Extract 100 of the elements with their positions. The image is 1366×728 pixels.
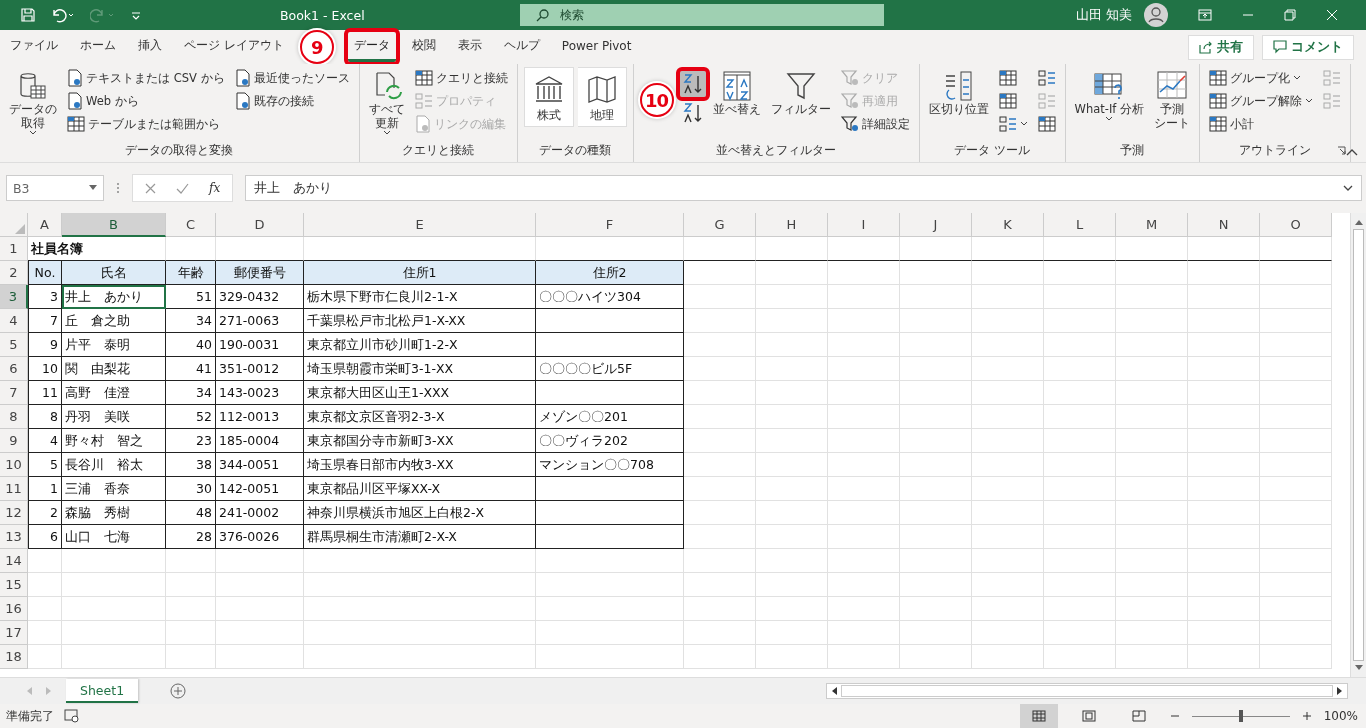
row-header[interactable]: 2	[0, 261, 28, 285]
row-header[interactable]: 8	[0, 405, 28, 429]
undo-icon[interactable]	[50, 7, 76, 23]
column-header[interactable]: F	[536, 213, 684, 237]
down-arrow-icon[interactable]	[1354, 665, 1363, 671]
horizontal-scrollbar[interactable]	[826, 683, 1348, 699]
ribbon-button[interactable]: Web から	[64, 90, 228, 112]
expand-icon[interactable]	[1343, 185, 1353, 191]
ribbon-button[interactable]: 予測 シート	[1151, 67, 1193, 133]
save-icon[interactable]	[20, 7, 36, 23]
ribbon-tab[interactable]: ホーム	[74, 32, 122, 62]
row-header[interactable]: 4	[0, 309, 28, 333]
zoom-level[interactable]: 100%	[1323, 709, 1358, 723]
column-header[interactable]: I	[828, 213, 900, 237]
column-header[interactable]: E	[304, 213, 536, 237]
right-arrow-icon[interactable]	[1337, 687, 1343, 695]
ribbon-button[interactable]: データの 取得	[6, 67, 60, 139]
close-icon[interactable]	[1326, 9, 1338, 21]
ribbon-button[interactable]: What-If 分析	[1071, 67, 1147, 125]
ribbon-tab[interactable]: Power Pivot	[555, 33, 638, 61]
ribbon-button[interactable]: すべて 更新	[365, 67, 408, 139]
row-header[interactable]: 5	[0, 333, 28, 357]
accessibility-icon[interactable]	[64, 709, 80, 723]
column-header[interactable]: D	[216, 213, 304, 237]
ribbon-button[interactable]: グループ化	[1206, 67, 1316, 89]
ribbon-button[interactable]: 区切り位置	[925, 67, 992, 119]
comment-button[interactable]: コメント	[1262, 34, 1354, 60]
ribbon-tab[interactable]: ファイル	[4, 32, 64, 62]
ribbon-button[interactable]: クエリと接続	[411, 67, 511, 89]
sheet-tab[interactable]: Sheet1	[66, 679, 139, 703]
ribbon-button[interactable]: 既存の接続	[231, 90, 353, 112]
grid-cell	[1188, 501, 1260, 525]
grid-cell	[28, 645, 62, 669]
ribbon-tab[interactable]: 挿入	[132, 32, 168, 62]
zoom-slider[interactable]	[1238, 709, 1243, 722]
search-field[interactable]: 検索	[560, 4, 884, 26]
page-break-icon[interactable]	[1131, 710, 1146, 722]
column-header[interactable]: H	[756, 213, 828, 237]
user-name[interactable]: 山田 知美	[1076, 6, 1132, 24]
column-header[interactable]: J	[900, 213, 972, 237]
enter-icon[interactable]	[176, 182, 189, 194]
ribbon-button[interactable]: 小計	[1206, 113, 1316, 135]
ribbon-button[interactable]: 地理	[577, 67, 627, 127]
ribbon-button[interactable]: フィルター	[767, 67, 834, 119]
table-cell: 185-0004	[216, 429, 304, 453]
column-header[interactable]: L	[1044, 213, 1116, 237]
share-button[interactable]: 共有	[1188, 34, 1254, 60]
column-header[interactable]: N	[1188, 213, 1260, 237]
row-header[interactable]: 17	[0, 621, 28, 645]
normal-view-button[interactable]	[1019, 704, 1058, 728]
grid-cell	[1044, 429, 1116, 453]
avatar-icon[interactable]	[1144, 3, 1168, 27]
grid-cell	[28, 573, 62, 597]
add-sheet-icon[interactable]	[170, 683, 187, 699]
collapse-ribbon-icon[interactable]	[1346, 148, 1358, 156]
column-header[interactable]: K	[972, 213, 1044, 237]
row-header[interactable]: 14	[0, 549, 28, 573]
left-arrow-icon[interactable]	[831, 687, 837, 695]
ribbon-button[interactable]: 並べ替え	[709, 67, 764, 119]
ribbon-display-icon[interactable]	[1198, 9, 1212, 21]
up-arrow-icon[interactable]	[1354, 219, 1363, 225]
vertical-scrollbar[interactable]	[1350, 213, 1366, 677]
restore-icon[interactable]	[1284, 9, 1296, 21]
row-header[interactable]: 10	[0, 453, 28, 477]
column-header[interactable]: O	[1260, 213, 1332, 237]
zoom-in-icon[interactable]	[1301, 711, 1312, 721]
ribbon-tab[interactable]: 表示	[451, 32, 488, 62]
row-header[interactable]: 6	[0, 357, 28, 381]
row-header[interactable]: 15	[0, 573, 28, 597]
grid-cell	[1188, 549, 1260, 573]
name-box[interactable]: B3	[6, 175, 104, 201]
column-header[interactable]: G	[684, 213, 756, 237]
column-header[interactable]: B	[62, 213, 166, 237]
row-header[interactable]: 7	[0, 381, 28, 405]
row-header[interactable]: 18	[0, 645, 28, 669]
row-header[interactable]: 13	[0, 525, 28, 549]
formula-field[interactable]: 井上 あかり	[245, 175, 1362, 201]
row-header[interactable]: 12	[0, 501, 28, 525]
column-header[interactable]: A	[28, 213, 62, 237]
row-header[interactable]: 1	[0, 237, 28, 261]
ribbon-tab[interactable]: 校閲	[405, 32, 442, 62]
page-layout-icon[interactable]	[1081, 710, 1096, 722]
table-cell: 山口 七海	[62, 525, 166, 549]
ribbon-button[interactable]: テーブルまたは範囲から	[64, 113, 228, 135]
column-header[interactable]: C	[166, 213, 216, 237]
ribbon-button[interactable]: 最近使ったソース	[231, 67, 353, 89]
row-header[interactable]: 16	[0, 597, 28, 621]
insert-function-button[interactable]: fx	[209, 181, 221, 195]
ribbon-button[interactable]: 株式	[523, 67, 574, 127]
ribbon-tab[interactable]: ヘルプ	[497, 32, 546, 62]
row-header[interactable]: 3	[0, 285, 28, 309]
row-header[interactable]: 9	[0, 429, 28, 453]
column-header[interactable]: M	[1116, 213, 1188, 237]
ribbon-tab[interactable]: ページ レイアウト	[178, 32, 290, 62]
dialog-launcher-icon[interactable]	[1337, 146, 1346, 155]
cancel-icon[interactable]	[145, 182, 156, 194]
row-header[interactable]: 11	[0, 477, 28, 501]
ribbon-button[interactable]: 詳細設定	[837, 113, 913, 135]
ribbon-button[interactable]: テキストまたは CSV から	[64, 67, 228, 89]
ribbon-button[interactable]: グループ解除	[1206, 90, 1316, 112]
